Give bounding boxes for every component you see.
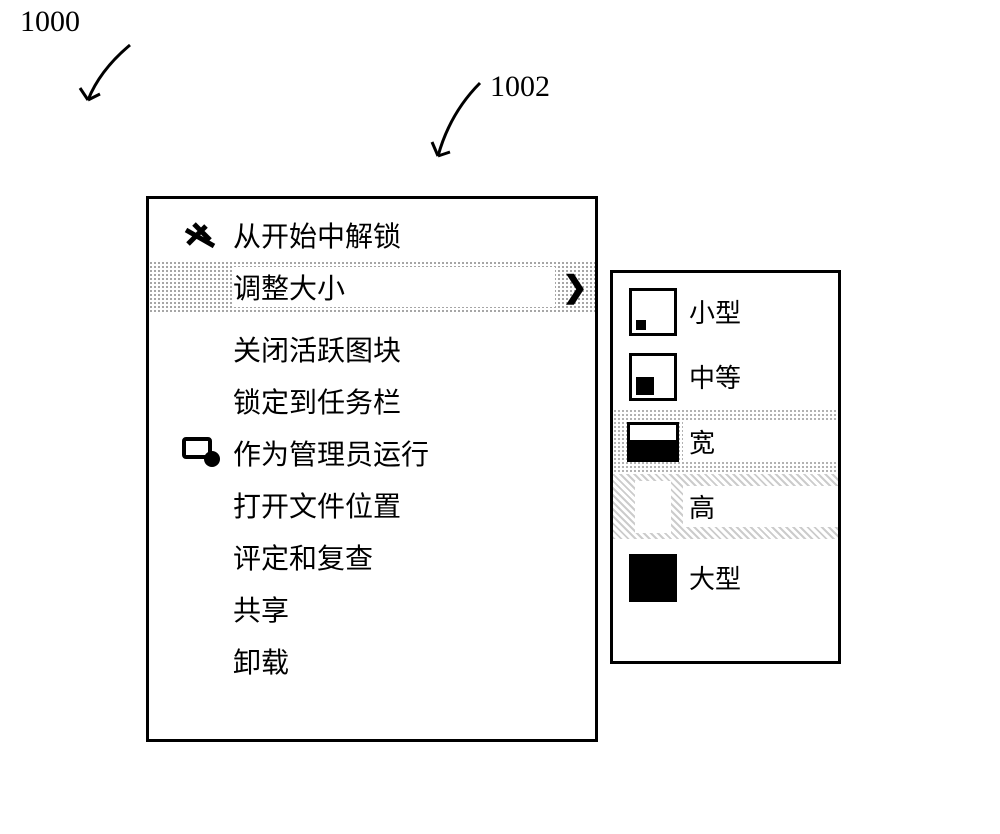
size-option-tall[interactable]: 高 — [613, 474, 838, 539]
menu-item-rate[interactable]: 评定和复查 — [149, 531, 595, 583]
size-option-medium[interactable]: 中等 — [613, 344, 838, 409]
resize-submenu: 小型 中等 宽 高 大型 — [610, 270, 841, 664]
menu-item-share[interactable]: 共享 — [149, 583, 595, 635]
tile-small-icon — [623, 288, 683, 336]
arrow-1002 — [420, 78, 500, 168]
menu-item-admin[interactable]: 作为管理员运行 — [149, 427, 595, 479]
menu-label-unpin: 从开始中解锁 — [233, 215, 555, 255]
menu-item-liveoff[interactable]: 关闭活跃图块 — [149, 323, 595, 375]
unpin-icon — [173, 220, 233, 250]
arrow-1000 — [70, 40, 150, 120]
menu-label-uninst: 卸载 — [233, 641, 555, 681]
context-menu: 从开始中解锁 调整大小 ❯ 关闭活跃图块 锁定到任务栏 作为 — [146, 196, 598, 742]
menu-label-pin: 锁定到任务栏 — [233, 381, 555, 421]
chevron-right-icon: ❯ — [562, 270, 587, 305]
menu-item-resize[interactable]: 调整大小 ❯ — [149, 261, 595, 313]
tile-large-icon — [623, 554, 683, 602]
tile-tall-icon — [623, 481, 683, 533]
tile-medium-icon — [623, 353, 683, 401]
size-option-small[interactable]: 小型 — [613, 279, 838, 344]
admin-icon — [173, 437, 233, 469]
size-label-wide: 宽 — [683, 421, 838, 462]
menu-item-openloc[interactable]: 打开文件位置 — [149, 479, 595, 531]
size-label-tall: 高 — [683, 486, 838, 527]
menu-label-resize: 调整大小 — [233, 267, 555, 307]
size-option-large[interactable]: 大型 — [613, 545, 838, 610]
menu-label-share: 共享 — [233, 589, 555, 629]
menu-item-uninst[interactable]: 卸载 — [149, 635, 595, 687]
size-label-medium: 中等 — [683, 356, 838, 397]
size-label-large: 大型 — [683, 557, 838, 598]
menu-label-liveoff: 关闭活跃图块 — [233, 329, 555, 369]
tile-wide-icon — [623, 422, 683, 462]
menu-item-unpin[interactable]: 从开始中解锁 — [149, 209, 595, 261]
menu-label-rate: 评定和复查 — [233, 537, 555, 577]
menu-label-admin: 作为管理员运行 — [233, 433, 555, 473]
menu-label-openloc: 打开文件位置 — [233, 485, 555, 525]
figure-stage: 1000 1002 从开始中解锁 调整大小 ❯ 关闭活跃图块 — [0, 0, 1000, 834]
menu-item-pin[interactable]: 锁定到任务栏 — [149, 375, 595, 427]
ref-1000-label: 1000 — [20, 5, 80, 39]
size-option-wide[interactable]: 宽 — [613, 409, 838, 474]
size-label-small: 小型 — [683, 291, 838, 332]
